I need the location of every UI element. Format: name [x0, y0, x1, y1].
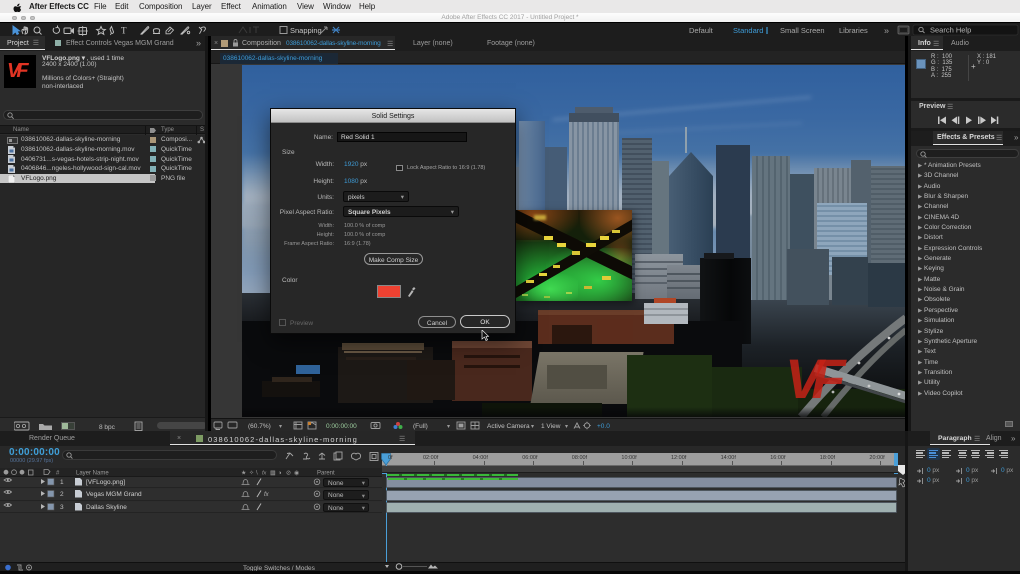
- svg-text:2: 2: [60, 491, 64, 498]
- svg-text:▾: ▾: [279, 424, 282, 430]
- svg-text:1 View: 1 View: [541, 423, 561, 430]
- svg-text:▾: ▾: [531, 424, 534, 430]
- svg-text:0:00:00:00: 0:00:00:00: [326, 423, 357, 430]
- svg-text:✧: ✧: [249, 470, 254, 477]
- svg-text:T: T: [121, 26, 127, 36]
- svg-text:Standard: Standard: [733, 26, 763, 35]
- svg-text:Vegas MGM Grand: Vegas MGM Grand: [86, 491, 142, 498]
- svg-text:★: ★: [241, 470, 246, 477]
- svg-text:Snapping: Snapping: [290, 26, 322, 35]
- svg-text:»: »: [884, 26, 889, 36]
- svg-text:▾: ▾: [447, 424, 450, 430]
- svg-text:(Full): (Full): [413, 423, 428, 430]
- svg-text:fx: fx: [264, 492, 270, 498]
- svg-text:Libraries: Libraries: [839, 26, 868, 35]
- svg-text:[VFLogo.png]: [VFLogo.png]: [86, 479, 125, 486]
- svg-text:3: 3: [60, 504, 64, 511]
- svg-text:+0.0: +0.0: [597, 423, 610, 430]
- svg-text:▾: ▾: [565, 424, 568, 430]
- svg-text:(60.7%): (60.7%): [248, 423, 271, 430]
- svg-text:8 bpc: 8 bpc: [99, 424, 116, 431]
- svg-text:Default: Default: [689, 26, 714, 35]
- svg-text:1: 1: [60, 479, 64, 486]
- svg-text:Small Screen: Small Screen: [780, 26, 825, 35]
- svg-text:Active Camera: Active Camera: [487, 423, 530, 430]
- svg-text:Search Help: Search Help: [930, 26, 971, 35]
- svg-text:Dallas Skyline: Dallas Skyline: [86, 504, 127, 511]
